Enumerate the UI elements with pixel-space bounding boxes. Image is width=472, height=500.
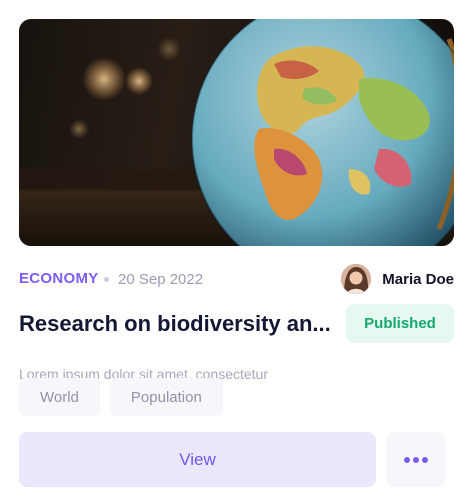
category-label[interactable]: ECONOMY [19,270,99,287]
status-badge: Published [346,304,454,343]
card-actions: View [19,432,454,487]
cover-image[interactable] [19,19,454,246]
avatar-image [341,264,372,294]
avatar [341,264,372,294]
tag-population[interactable]: Population [109,378,223,416]
post-card: ECONOMY 20 Sep 2022 Maria Doe Research o… [19,19,454,489]
post-title[interactable]: Research on biodiversity an... [19,311,331,337]
tag-world[interactable]: World [19,378,100,416]
title-row: Research on biodiversity an... Published [19,304,454,344]
more-options-button[interactable] [386,432,445,487]
separator-dot [104,277,109,282]
post-meta: ECONOMY 20 Sep 2022 Maria Doe [19,264,454,294]
tag-list: World Population [19,378,223,416]
author[interactable]: Maria Doe [341,264,454,294]
post-date: 20 Sep 2022 [118,271,204,288]
view-button[interactable]: View [19,432,376,487]
author-name: Maria Doe [382,270,454,288]
more-dots-icon [421,456,428,463]
more-dots-icon [412,456,419,463]
globe-photo [19,19,454,246]
more-dots-icon [403,456,410,463]
